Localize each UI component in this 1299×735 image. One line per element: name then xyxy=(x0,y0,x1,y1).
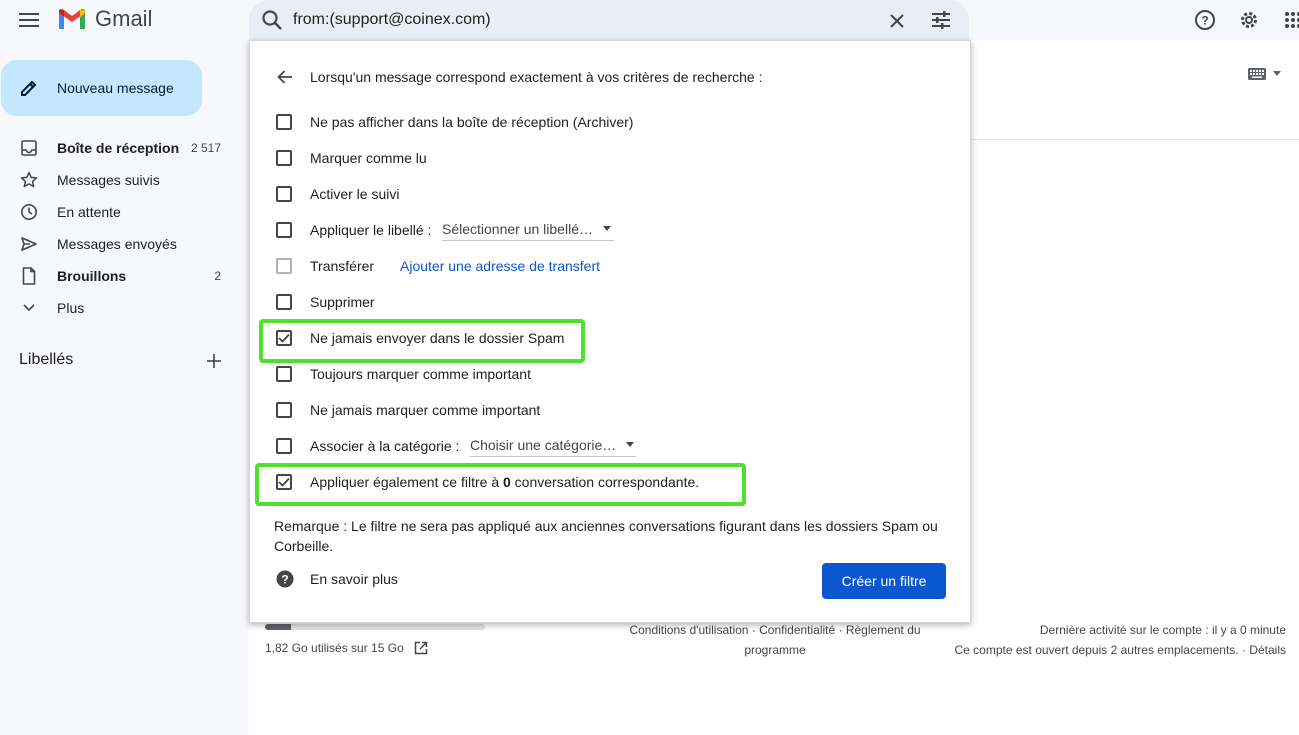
option-archive[interactable]: Ne pas afficher dans la boîte de récepti… xyxy=(276,110,633,134)
app-name: Gmail xyxy=(95,6,153,31)
search-options-icon[interactable] xyxy=(929,8,953,32)
option-mark-read[interactable]: Marquer comme lu xyxy=(276,146,427,170)
option-forward[interactable]: Transférer xyxy=(276,254,374,278)
gmail-m-icon xyxy=(59,9,85,29)
clock-icon xyxy=(20,203,38,221)
option-label: Ne jamais marquer comme important xyxy=(310,402,541,418)
storage-bar-fill xyxy=(265,624,292,630)
sidebar-item-more[interactable]: Plus xyxy=(0,292,240,324)
main-menu-button[interactable] xyxy=(14,5,44,35)
option-label: Supprimer xyxy=(310,294,375,310)
option-category[interactable]: Associer à la catégorie : xyxy=(276,434,459,458)
svg-text:?: ? xyxy=(1201,14,1208,28)
draft-icon xyxy=(20,267,38,285)
activity-line1: Dernière activité sur le compte : il y a… xyxy=(1039,623,1286,637)
mark-read-checkbox[interactable] xyxy=(276,150,292,166)
sidebar-item-inbox[interactable]: Boîte de réception 2 517 xyxy=(0,132,240,164)
input-tools-button[interactable] xyxy=(1248,68,1282,80)
create-filter-button[interactable]: Créer un filtre xyxy=(822,563,946,599)
star-checkbox[interactable] xyxy=(276,186,292,202)
apply-label-checkbox[interactable] xyxy=(276,222,292,238)
storage-bar xyxy=(265,624,485,630)
forward-checkbox[interactable] xyxy=(276,258,292,274)
settings-gear-icon[interactable] xyxy=(1237,8,1261,32)
search-input[interactable] xyxy=(293,0,873,40)
chevron-down-icon xyxy=(20,299,38,317)
option-label: Associer à la catégorie : xyxy=(310,438,460,454)
caret-down-icon xyxy=(602,226,611,231)
top-bar: Gmail ? xyxy=(0,0,1299,40)
send-icon xyxy=(20,235,38,253)
back-arrow-icon[interactable] xyxy=(276,68,294,86)
add-forwarding-address-link[interactable]: Ajouter une adresse de transfert xyxy=(400,258,600,274)
help-icon[interactable]: ? xyxy=(1193,8,1217,32)
caret-down-icon xyxy=(1273,71,1281,76)
archive-checkbox[interactable] xyxy=(276,114,292,130)
star-icon xyxy=(20,171,38,189)
delete-checkbox[interactable] xyxy=(276,294,292,310)
storage-text: 1,82 Go utilisés sur 15 Go xyxy=(265,641,404,655)
inbox-count: 2 517 xyxy=(190,141,221,155)
footer-links-line1[interactable]: Conditions d'utilisation · Confidentiali… xyxy=(620,620,930,640)
sidebar-item-snoozed[interactable]: En attente xyxy=(0,196,240,228)
option-always-important[interactable]: Toujours marquer comme important xyxy=(276,362,531,386)
sidebar-item-label: Boîte de réception xyxy=(57,140,180,156)
learn-more-label: En savoir plus xyxy=(310,571,398,587)
sidebar-item-label: Messages suivis xyxy=(57,172,160,188)
sidebar-item-label: Messages envoyés xyxy=(57,236,177,252)
option-label: Toujours marquer comme important xyxy=(310,366,531,382)
divider xyxy=(970,139,1299,140)
clear-search-icon[interactable] xyxy=(885,9,909,33)
drafts-count: 2 xyxy=(214,269,221,283)
category-select-value: Choisir une catégorie… xyxy=(470,436,617,453)
option-delete[interactable]: Supprimer xyxy=(276,290,375,314)
option-label: Activer le suivi xyxy=(310,186,400,202)
sidebar-item-starred[interactable]: Messages suivis xyxy=(0,164,240,196)
footer-links-line2[interactable]: programme xyxy=(620,640,930,660)
compose-button[interactable]: Nouveau message xyxy=(1,60,202,116)
caret-down-icon xyxy=(626,442,635,447)
footer-links[interactable]: Conditions d'utilisation · Confidentiali… xyxy=(620,620,930,660)
learn-more-link[interactable]: ? En savoir plus xyxy=(276,570,398,588)
compose-label: Nouveau message xyxy=(57,80,174,96)
always-important-checkbox[interactable] xyxy=(276,366,292,382)
sidebar-item-drafts[interactable]: Brouillons 2 xyxy=(0,260,240,292)
option-label: Marquer comme lu xyxy=(310,150,427,166)
highlight-box xyxy=(259,319,585,363)
open-external-icon[interactable] xyxy=(414,641,428,655)
filter-note: Remarque : Le filtre ne sera pas appliqu… xyxy=(274,518,938,554)
label-select-dropdown[interactable]: Sélectionner un libellé… xyxy=(442,219,614,241)
option-apply-label[interactable]: Appliquer le libellé : xyxy=(276,218,431,242)
labels-header: Libellés xyxy=(19,351,74,368)
sidebar-item-label: Brouillons xyxy=(57,268,127,284)
category-select-dropdown[interactable]: Choisir une catégorie… xyxy=(470,435,636,457)
option-label: Transférer xyxy=(310,258,375,274)
search-bar xyxy=(249,0,969,40)
never-important-checkbox[interactable] xyxy=(276,402,292,418)
sidebar-item-label: En attente xyxy=(57,204,121,220)
hamburger-menu-icon xyxy=(19,13,39,27)
storage-info: 1,82 Go utilisés sur 15 Go xyxy=(265,641,428,655)
option-star[interactable]: Activer le suivi xyxy=(276,182,399,206)
help-circle-icon: ? xyxy=(276,570,294,588)
highlight-box xyxy=(255,463,746,506)
keyboard-icon xyxy=(1248,68,1266,80)
gmail-logo[interactable]: Gmail xyxy=(57,6,152,32)
pencil-icon xyxy=(21,80,37,96)
account-activity: Dernière activité sur le compte : il y a… xyxy=(955,620,1287,660)
sidebar-item-sent[interactable]: Messages envoyés xyxy=(0,228,240,260)
svg-text:?: ? xyxy=(281,573,288,587)
search-icon[interactable] xyxy=(261,9,283,36)
label-select-value: Sélectionner un libellé… xyxy=(442,220,593,237)
panel-title: Lorsqu'un message correspond exactement … xyxy=(310,69,763,85)
apps-grid-icon[interactable] xyxy=(1281,8,1299,32)
inbox-icon xyxy=(20,139,38,157)
option-label: Appliquer le libellé : xyxy=(310,222,432,238)
add-label-icon[interactable] xyxy=(205,352,223,370)
activity-line2[interactable]: Ce compte est ouvert depuis 2 autres emp… xyxy=(955,640,1287,660)
sidebar-item-label: Plus xyxy=(57,300,85,316)
option-never-important[interactable]: Ne jamais marquer comme important xyxy=(276,398,540,422)
category-checkbox[interactable] xyxy=(276,438,292,454)
option-label: Ne pas afficher dans la boîte de récepti… xyxy=(310,114,634,130)
